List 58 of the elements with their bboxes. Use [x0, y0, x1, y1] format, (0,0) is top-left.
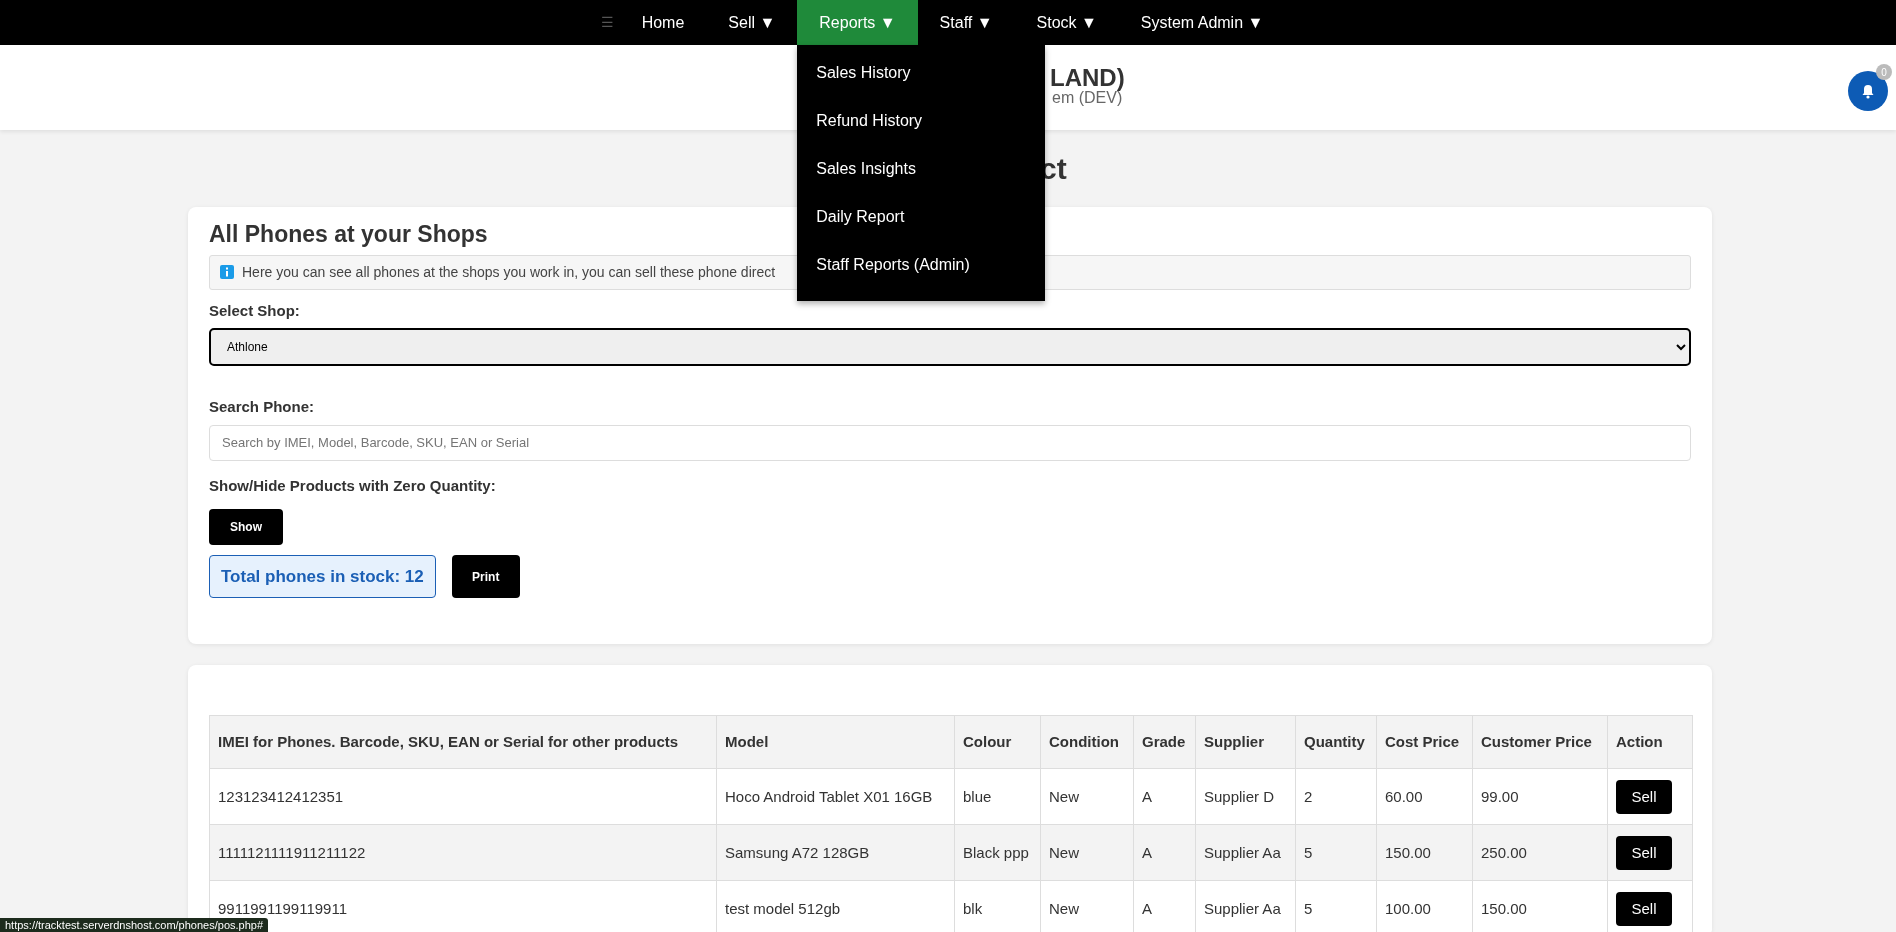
info-icon	[220, 265, 234, 280]
nav-link[interactable]: Sell ▼	[706, 0, 798, 45]
info-text: Here you can see all phones at the shops you work in, you can sell these phone direct	[242, 262, 776, 282]
search-field[interactable]: Search by IMEI, Model, Barcode, SKU, EAN or Serial	[209, 424, 1691, 461]
notification-count: 0	[1876, 64, 1892, 80]
menu-item[interactable]: Daily Report	[797, 193, 1046, 241]
table-cell: New	[1040, 768, 1134, 825]
column-header: Condition	[1040, 715, 1134, 769]
shop-select[interactable]: Athlone	[209, 328, 1691, 367]
table-cell: Supplier D	[1195, 768, 1296, 825]
menu-item[interactable]: Staff Reports (Admin)	[797, 241, 1046, 289]
table-cell: New	[1040, 824, 1134, 881]
nav-link[interactable]: Reports ▼	[797, 0, 918, 45]
table-cell: blue	[954, 768, 1041, 825]
table-cell: 2	[1295, 768, 1377, 825]
column-header: Action	[1607, 715, 1693, 769]
table-cell: 123123412412351	[209, 768, 717, 825]
field-label: Search Phone:	[209, 397, 316, 418]
column-header: Quantity	[1295, 715, 1377, 769]
table-cell: 150.00	[1376, 824, 1473, 881]
table-cell: A	[1133, 768, 1196, 825]
column-header: IMEI for Phones. Barcode, SKU, EAN or Serial for other products	[209, 715, 717, 769]
column-header: Colour	[954, 715, 1041, 769]
nav-link[interactable]: Home	[619, 0, 707, 45]
nav-link[interactable]: Stock ▼	[1014, 0, 1119, 45]
card-title: All Phones at your Shops	[209, 221, 489, 249]
table-cell: 1111121111911211122	[209, 824, 717, 881]
column-header: Model	[716, 715, 955, 769]
sell-button[interactable]: Sell	[1616, 835, 1672, 870]
field-label: Select Shop:	[209, 300, 301, 321]
menu-item[interactable]: Sales History	[797, 49, 1046, 97]
table-cell: Black ppp	[954, 824, 1041, 881]
menu-item[interactable]: Refund History	[797, 97, 1046, 145]
table-cell: 5	[1295, 824, 1377, 881]
table-cell: 60.00	[1376, 768, 1473, 825]
table-cell: 250.00	[1472, 824, 1608, 881]
nav-link[interactable]: Staff ▼	[917, 0, 1015, 45]
site-title: LAND)	[1050, 65, 1125, 91]
stock-total: Total phones in stock: 12	[209, 555, 436, 599]
print-button[interactable]: Print	[451, 555, 520, 599]
column-header: Customer Price	[1472, 715, 1608, 769]
bell-icon	[1861, 83, 1875, 99]
column-header: Supplier	[1195, 715, 1296, 769]
column-header: Grade	[1133, 715, 1196, 769]
table-cell: Hoco Android Tablet X01 16GB	[716, 768, 955, 825]
table-cell: Samsung A72 128GB	[716, 824, 955, 881]
field-label: Show/Hide Products with Zero Quantity:	[209, 475, 497, 496]
nav-link[interactable]: System Admin ▼	[1118, 0, 1286, 45]
table-cell: 99.00	[1472, 768, 1608, 825]
column-header: Cost Price	[1376, 715, 1473, 769]
show-button[interactable]: Show	[209, 509, 283, 546]
sell-button[interactable]: Sell	[1616, 891, 1672, 926]
table-cell: A	[1133, 824, 1196, 881]
site-subtitle: em (DEV)	[1052, 90, 1123, 107]
menu-item[interactable]: Sales Insights	[797, 145, 1046, 193]
sell-button[interactable]: Sell	[1616, 779, 1672, 814]
table-cell: Supplier Aa	[1195, 824, 1296, 881]
status-url: https://tracktest.serverdnshost.com/phones/pos.php#	[0, 918, 269, 932]
